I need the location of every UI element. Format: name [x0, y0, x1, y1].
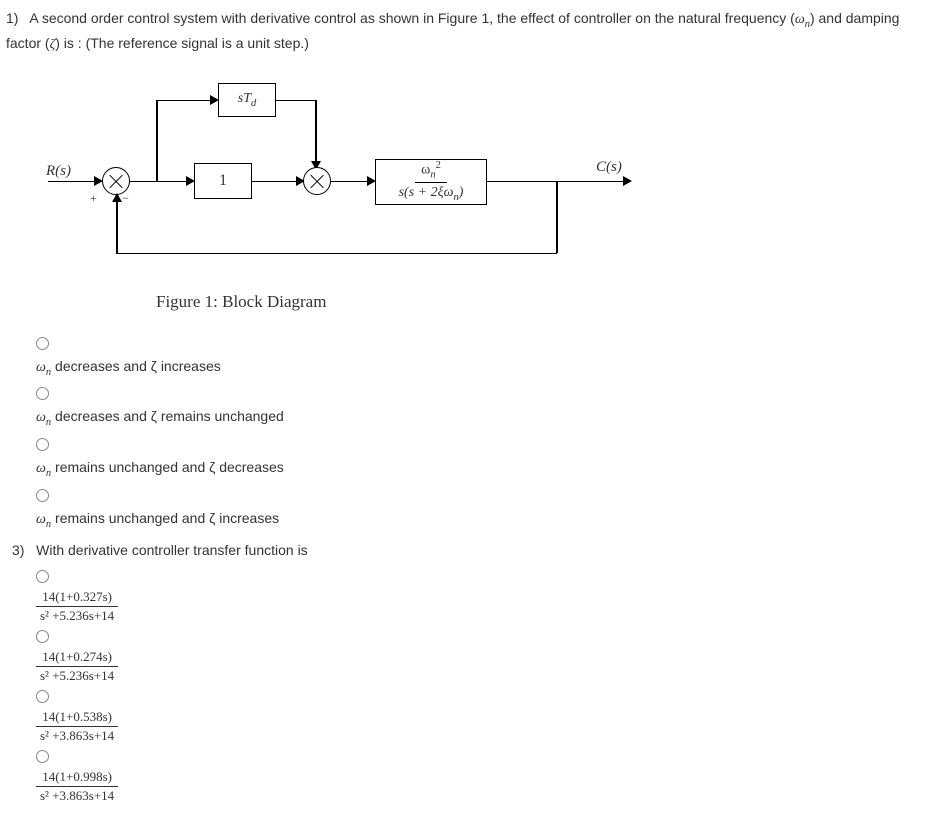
- q3-d-num: 14(1+0.998s): [36, 769, 118, 787]
- q3-c-fraction: 14(1+0.538s) s² +3.863s+14: [36, 709, 118, 744]
- box-std: sTd: [218, 83, 276, 117]
- q3-d-fraction: 14(1+0.998s) s² +3.863s+14: [36, 769, 118, 804]
- label-rs: R(s): [46, 163, 71, 180]
- sign-minus-1: −: [122, 191, 129, 206]
- q3-option-b[interactable]: 14(1+0.274s) s² +5.236s+14: [36, 630, 930, 684]
- q3-c-num: 14(1+0.538s): [36, 709, 118, 727]
- q1-text-1: A second order control system with deriv…: [29, 10, 794, 26]
- figure-caption: Figure 1: Block Diagram: [156, 292, 920, 312]
- line-fb1: [556, 181, 558, 253]
- q3-option-a[interactable]: 14(1+0.327s) s² +5.236s+14: [36, 570, 930, 624]
- q3-b-fraction: 14(1+0.274s) s² +5.236s+14: [36, 649, 118, 684]
- q3-number: 3): [12, 542, 24, 558]
- q1-option-d[interactable]: [36, 489, 930, 502]
- q1-option-a[interactable]: [36, 337, 930, 350]
- q1-options: ωn decreases and ζ increases ωn decrease…: [36, 337, 930, 530]
- radio-icon[interactable]: [36, 630, 49, 643]
- q3-b-den: s² +5.236s+14: [36, 667, 118, 684]
- q3-a-num: 14(1+0.327s): [36, 589, 118, 607]
- summing-junction-2: [303, 167, 331, 195]
- q1-text-3: ) is : (The reference signal is a unit s…: [55, 35, 309, 51]
- q1-option-b-text: ωn decreases and ζ remains unchanged: [36, 408, 930, 428]
- label-cs: C(s): [596, 159, 622, 176]
- q1-option-c-text: ωn remains unchanged and ζ decreases: [36, 459, 930, 479]
- radio-icon[interactable]: [36, 387, 49, 400]
- q3-options: 14(1+0.327s) s² +5.236s+14 14(1+0.274s) …: [36, 570, 930, 804]
- q3-option-d[interactable]: 14(1+0.998s) s² +3.863s+14: [36, 750, 930, 804]
- line-g-s2: [252, 181, 300, 183]
- q1-wn: ω: [795, 12, 805, 27]
- box-plant: ωn2 s(s + 2ξωn): [375, 159, 487, 205]
- line-top1: [156, 100, 214, 102]
- plant-denominator: s(s + 2ξωn): [393, 183, 470, 203]
- radio-icon[interactable]: [36, 337, 49, 350]
- arrow-out: [623, 176, 632, 186]
- q1-option-b[interactable]: [36, 387, 930, 400]
- q1-option-c[interactable]: [36, 438, 930, 451]
- line-up1: [156, 100, 158, 182]
- line-fb2: [116, 253, 557, 255]
- radio-icon[interactable]: [36, 489, 49, 502]
- sign-plus-1: +: [90, 191, 97, 206]
- q3-text: With derivative controller transfer func…: [36, 542, 308, 558]
- box-gain: 1: [194, 163, 252, 199]
- q3-a-fraction: 14(1+0.327s) s² +5.236s+14: [36, 589, 118, 624]
- q3-d-den: s² +3.863s+14: [36, 787, 118, 804]
- q3-c-den: s² +3.863s+14: [36, 727, 118, 744]
- q1-number: 1): [6, 10, 18, 26]
- block-diagram: R(s) + − sTd 1: [36, 77, 656, 277]
- radio-icon[interactable]: [36, 690, 49, 703]
- q3-option-c[interactable]: 14(1+0.538s) s² +3.863s+14: [36, 690, 930, 744]
- line-top2: [276, 100, 316, 102]
- plant-numerator: ωn2: [415, 160, 447, 183]
- line-r: [48, 181, 98, 183]
- q3-a-den: s² +5.236s+14: [36, 607, 118, 624]
- q3-prompt: 3) With derivative controller transfer f…: [12, 542, 930, 558]
- line-fb3: [116, 197, 118, 254]
- line-down1: [315, 100, 317, 165]
- figure-1: R(s) + − sTd 1: [26, 67, 930, 322]
- q3-b-num: 14(1+0.274s): [36, 649, 118, 667]
- q1-prompt: 1) A second order control system with de…: [6, 8, 930, 55]
- q1-option-d-text: ωn remains unchanged and ζ increases: [36, 510, 930, 530]
- q1-option-a-text: ωn decreases and ζ increases: [36, 358, 930, 378]
- arrow-fb: [112, 193, 122, 202]
- radio-icon[interactable]: [36, 570, 49, 583]
- line-s2-p: [331, 181, 371, 183]
- radio-icon[interactable]: [36, 750, 49, 763]
- radio-icon[interactable]: [36, 438, 49, 451]
- line-s1-g: [130, 181, 190, 183]
